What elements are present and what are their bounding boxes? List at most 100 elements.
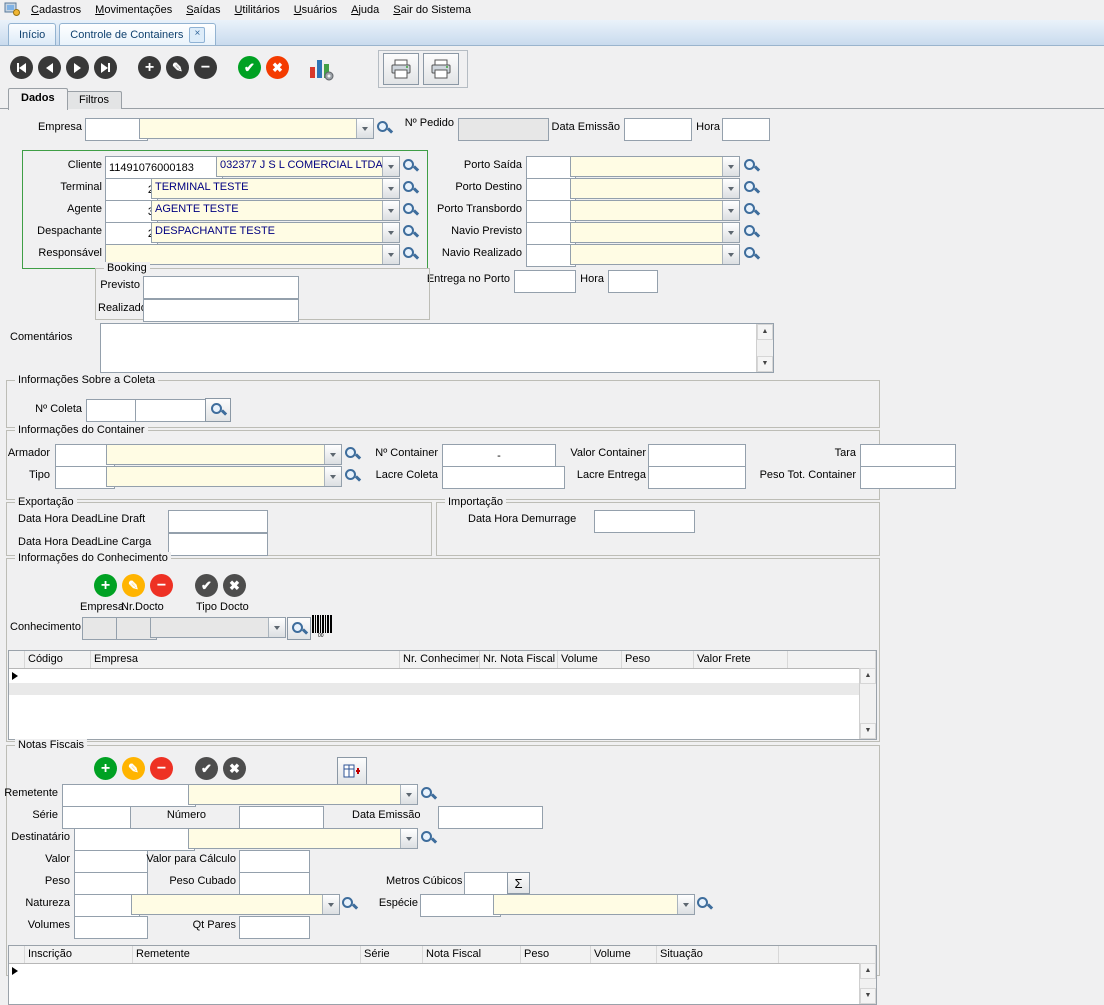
valor-input[interactable] <box>74 850 148 873</box>
chevron-down-icon[interactable] <box>382 245 399 264</box>
menu-usuarios[interactable]: Usuários <box>287 0 344 20</box>
grid-row[interactable] <box>9 669 876 683</box>
n-coleta-input[interactable] <box>135 399 210 422</box>
page-tab-dados[interactable]: Dados <box>8 88 68 110</box>
lacre-entrega-input[interactable] <box>648 466 746 489</box>
grid-row[interactable] <box>9 683 876 695</box>
demurrage-input[interactable] <box>594 510 695 533</box>
edit-record-button[interactable]: ✎ <box>166 56 189 79</box>
notas-edit-button[interactable]: ✎ <box>122 757 145 780</box>
chevron-down-icon[interactable] <box>382 179 399 198</box>
first-record-button[interactable] <box>10 56 33 79</box>
comentarios-textarea[interactable]: ▲ ▼ <box>100 323 774 373</box>
porto-destino-combo[interactable] <box>570 178 740 199</box>
chevron-down-icon[interactable] <box>677 895 694 914</box>
porto-destino-search-icon[interactable] <box>743 180 759 196</box>
conhecimento-edit-button[interactable]: ✎ <box>122 574 145 597</box>
tab-inicio[interactable]: Início <box>8 23 57 45</box>
notas-confirm-button[interactable]: ✔ <box>195 757 218 780</box>
menu-utilitarios[interactable]: Utilitários <box>227 0 286 20</box>
chevron-down-icon[interactable] <box>722 179 739 198</box>
especie-combo[interactable] <box>493 894 695 915</box>
porto-saida-combo[interactable] <box>570 156 740 177</box>
empresa-search-icon[interactable] <box>376 120 392 136</box>
hora-input[interactable] <box>722 118 770 141</box>
numero-input[interactable] <box>239 806 324 829</box>
agente-search-icon[interactable] <box>402 202 418 218</box>
cliente-search-icon[interactable] <box>402 158 418 174</box>
porto-transbordo-code-input[interactable] <box>526 200 576 223</box>
chevron-down-icon[interactable] <box>722 223 739 242</box>
despachante-combo[interactable]: DESPACHANTE TESTE <box>151 222 400 243</box>
valor-container-input[interactable] <box>648 444 746 467</box>
armador-combo[interactable] <box>106 444 342 465</box>
especie-search-icon[interactable] <box>696 896 712 912</box>
tab-controle-de-containers[interactable]: Controle de Containers × <box>59 23 217 45</box>
entrega-no-porto-input[interactable] <box>514 270 576 293</box>
grid-row[interactable] <box>9 964 876 978</box>
menu-ajuda[interactable]: Ajuda <box>344 0 386 20</box>
scroll-down-icon[interactable]: ▼ <box>757 356 773 372</box>
n-container-input[interactable] <box>442 444 556 467</box>
peso-cubado-input[interactable] <box>239 872 310 895</box>
empresa-combo[interactable] <box>139 118 374 139</box>
destinatario-code-input[interactable] <box>74 828 195 851</box>
navio-realizado-code-input[interactable] <box>526 244 576 267</box>
confirm-button[interactable]: ✔ <box>238 56 261 79</box>
n-coleta-search-button[interactable] <box>205 398 231 422</box>
despachante-search-icon[interactable] <box>402 224 418 240</box>
remetente-combo[interactable] <box>188 784 418 805</box>
remetente-search-icon[interactable] <box>420 786 436 802</box>
notas-delete-button[interactable]: − <box>150 757 173 780</box>
conhecimento-search-button[interactable] <box>287 617 311 640</box>
deadline-carga-input[interactable] <box>168 533 268 556</box>
valor-calculo-input[interactable] <box>239 850 310 873</box>
conhecimento-confirm-button[interactable]: ✔ <box>195 574 218 597</box>
porto-saida-search-icon[interactable] <box>743 158 759 174</box>
navio-realizado-combo[interactable] <box>570 244 740 265</box>
chevron-down-icon[interactable] <box>400 829 417 848</box>
chevron-down-icon[interactable] <box>722 201 739 220</box>
peso-tot-container-input[interactable] <box>860 466 956 489</box>
porto-saida-code-input[interactable] <box>526 156 576 179</box>
chevron-down-icon[interactable] <box>268 618 285 637</box>
menu-movimentacoes[interactable]: Movimentações <box>88 0 179 20</box>
terminal-search-icon[interactable] <box>402 180 418 196</box>
menu-saidas[interactable]: Saídas <box>179 0 227 20</box>
last-record-button[interactable] <box>94 56 117 79</box>
terminal-combo[interactable]: TERMINAL TESTE <box>151 178 400 199</box>
responsavel-search-icon[interactable] <box>402 246 418 262</box>
agente-combo[interactable]: AGENTE TESTE <box>151 200 400 221</box>
cancel-button[interactable]: ✖ <box>266 56 289 79</box>
remetente-code-input[interactable] <box>62 784 196 807</box>
booking-realizado-input[interactable] <box>143 299 299 322</box>
chevron-down-icon[interactable] <box>382 157 399 176</box>
conhecimento-grid-scrollbar[interactable]: ▲ ▼ <box>859 668 876 739</box>
natureza-search-icon[interactable] <box>341 896 357 912</box>
scroll-up-icon[interactable]: ▲ <box>757 324 773 340</box>
delete-record-button[interactable]: − <box>194 56 217 79</box>
porto-transbordo-combo[interactable] <box>570 200 740 221</box>
volumes-input[interactable] <box>74 916 148 939</box>
next-record-button[interactable] <box>66 56 89 79</box>
entrega-hora-input[interactable] <box>608 270 658 293</box>
natureza-combo[interactable] <box>131 894 340 915</box>
deadline-draft-input[interactable] <box>168 510 268 533</box>
scroll-down-icon[interactable]: ▼ <box>860 988 876 1004</box>
add-record-button[interactable]: + <box>138 56 161 79</box>
chevron-down-icon[interactable] <box>324 467 341 486</box>
conhecimento-cancel-button[interactable]: ✖ <box>223 574 246 597</box>
chart-report-button[interactable] <box>308 55 334 81</box>
conhecimento-delete-button[interactable]: − <box>150 574 173 597</box>
chevron-down-icon[interactable] <box>400 785 417 804</box>
nf-data-emissao-input[interactable] <box>438 806 543 829</box>
destinatario-combo[interactable] <box>188 828 418 849</box>
porto-transbordo-search-icon[interactable] <box>743 202 759 218</box>
qt-pares-input[interactable] <box>239 916 310 939</box>
serie-input[interactable] <box>62 806 131 829</box>
menu-cadastros[interactable]: Cadastros <box>24 0 88 20</box>
close-tab-icon[interactable]: × <box>189 26 206 43</box>
lacre-coleta-input[interactable] <box>442 466 565 489</box>
navio-realizado-search-icon[interactable] <box>743 246 759 262</box>
tipo-search-icon[interactable] <box>344 468 360 484</box>
